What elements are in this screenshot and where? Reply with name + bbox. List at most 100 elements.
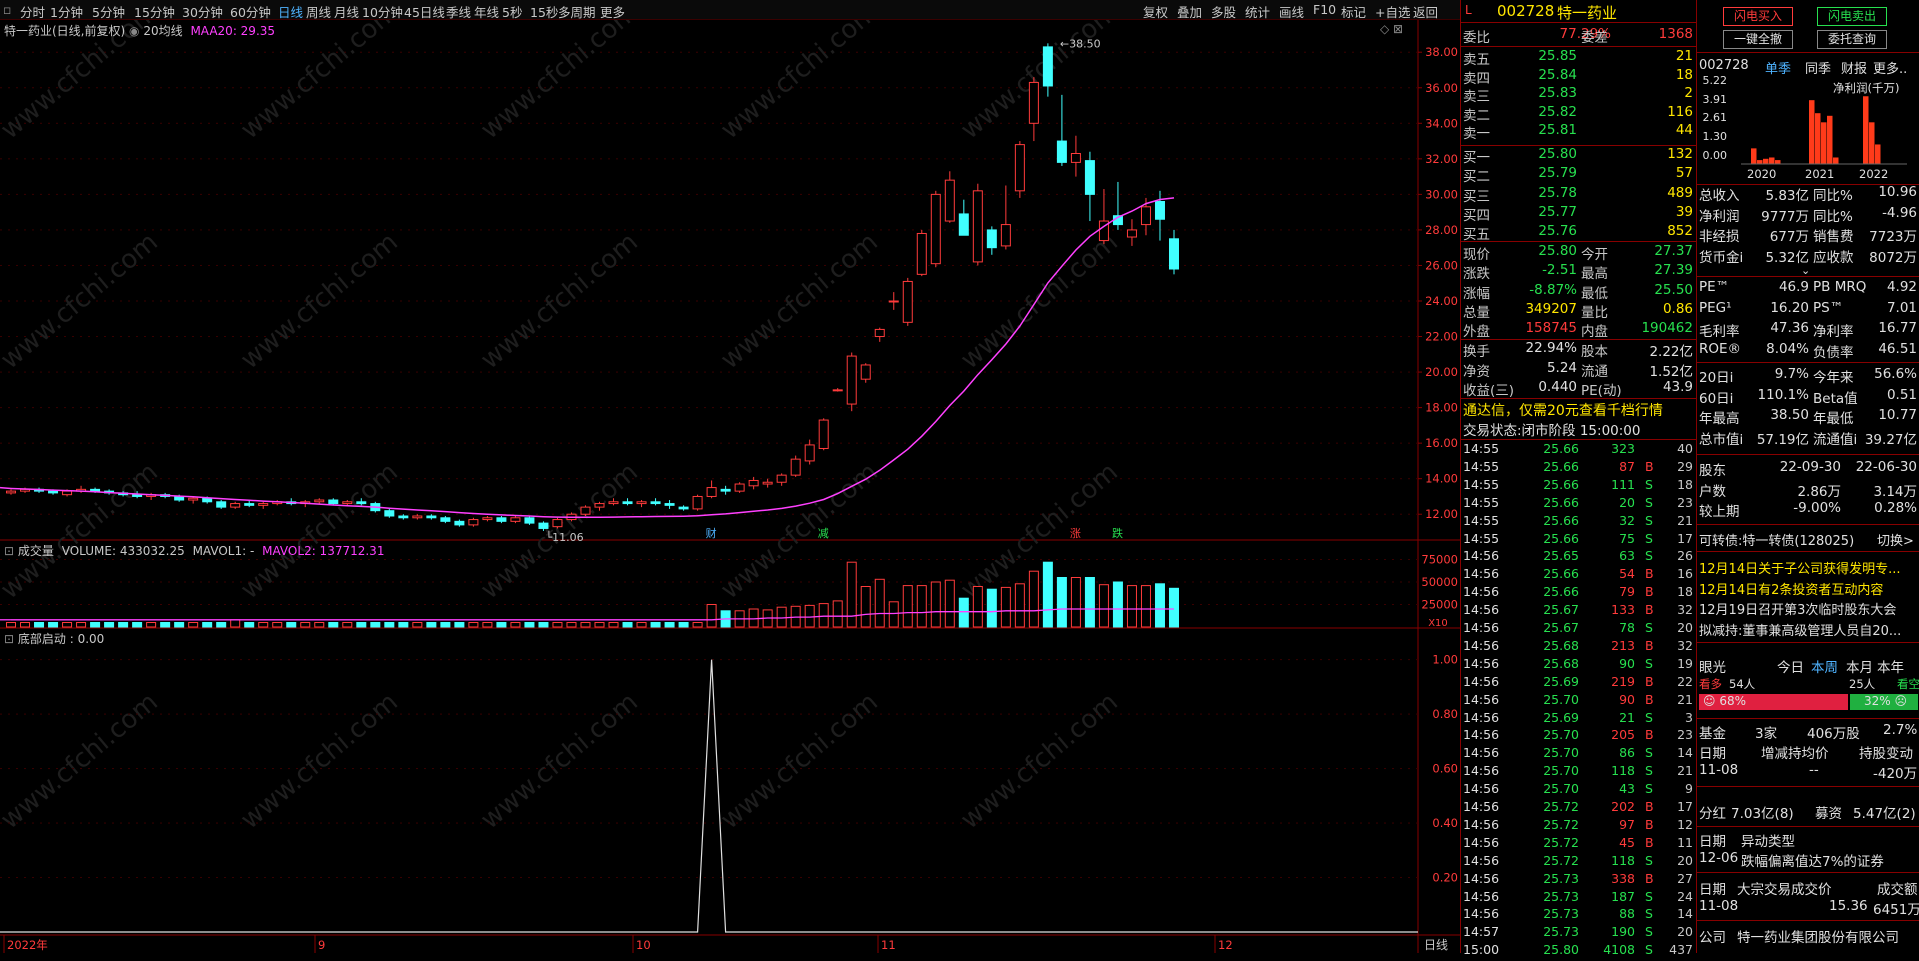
chart-options-icons[interactable]: ◇ ⊠ [1380, 22, 1403, 36]
tick-price: 25.72 [1543, 852, 1579, 868]
eye-tab-1[interactable]: 本周 [1811, 656, 1838, 676]
period-tab-16[interactable]: 更多 [600, 2, 625, 21]
watermark-text: www.cfchi.com [0, 687, 164, 835]
profit-bar [1775, 160, 1781, 164]
toolbar-btn-6[interactable]: 标记 [1341, 2, 1366, 21]
volume-toggle-icon[interactable]: ⊡ [4, 544, 14, 558]
promo-link[interactable]: 通达信，仅需20元查看千档行情 [1463, 400, 1663, 419]
perf-label2: 今年来 [1813, 370, 1854, 386]
ask-price-4[interactable]: 25.81 [1521, 122, 1577, 141]
candle-body [608, 501, 619, 505]
bid-price-2[interactable]: 25.78 [1521, 185, 1577, 204]
tick-time: 14:55 [1463, 512, 1500, 528]
profit-bar [1815, 113, 1821, 164]
tick-count: 18 [1677, 584, 1693, 600]
stat-label1-3: 总量 [1463, 304, 1490, 321]
raise-value: 5.47亿(2) [1853, 806, 1916, 822]
eye-tab-3[interactable]: 本年 [1877, 656, 1904, 676]
tick-count: 24 [1677, 888, 1693, 904]
toolbar-btn-2[interactable]: 多股 [1211, 2, 1236, 21]
volume-bar [622, 622, 633, 628]
bid-label-1: 买二 [1463, 169, 1490, 186]
candle-body [412, 515, 423, 519]
val-label2: 负债率 [1813, 344, 1854, 361]
kline-svg[interactable]: 38.00 36.00 34.00 32.00 30.00 28.00 26.00 24.00… [0, 20, 1460, 953]
eye-tab-0[interactable]: 今日 [1777, 656, 1804, 676]
ask-price-3[interactable]: 25.82 [1521, 104, 1577, 123]
toolbar-btn-7[interactable]: +自选 [1375, 2, 1410, 21]
bond-switch-button[interactable]: 切换> [1877, 530, 1914, 549]
tick-volume: 213 [1611, 637, 1635, 653]
tick-time: 14:55 [1463, 476, 1500, 492]
tick-volume: 21 [1619, 709, 1635, 725]
price-tick-label: 28.00 [1425, 223, 1458, 237]
toolbar-btn-0[interactable]: 复权 [1143, 2, 1168, 21]
period-tab-6[interactable]: 日线 [278, 2, 303, 21]
period-tab-8[interactable]: 月线 [334, 2, 359, 21]
period-tab-12[interactable]: 年线 [474, 2, 499, 21]
toolbar-btn-3[interactable]: 统计 [1245, 2, 1270, 21]
toolbar-btn-5[interactable]: F10 [1313, 2, 1336, 17]
fin-value2: 8072万 [1869, 249, 1917, 266]
news-item-2[interactable]: 12月19日召开第3次临时股东大会 [1699, 599, 1919, 618]
period-tab-10[interactable]: 45日线 [404, 2, 445, 21]
period-tab-15[interactable]: 多周期 [558, 2, 596, 21]
ma-toggle-icon[interactable]: ◉ [129, 24, 139, 38]
ask-price-1[interactable]: 25.84 [1521, 67, 1577, 86]
volume-bar [118, 622, 129, 628]
tick-count: 32 [1677, 637, 1693, 653]
bid-price-4[interactable]: 25.76 [1521, 223, 1577, 242]
perf-value2: 56.6% [1874, 366, 1917, 382]
ask-price-2[interactable]: 25.83 [1521, 85, 1577, 104]
period-tab-9[interactable]: 10分钟 [362, 2, 403, 21]
news-item-0[interactable]: 12月14日关于子公司获得发明专... [1699, 558, 1919, 577]
volume-bar [776, 606, 787, 628]
period-tab-2[interactable]: 5分钟 [92, 2, 125, 21]
volume-bar [468, 622, 479, 628]
tick-price: 25.68 [1543, 655, 1579, 671]
tick-volume: 133 [1611, 602, 1635, 618]
eye-bull-bar: ☺ 68% [1699, 694, 1848, 710]
tick-count: 21 [1677, 763, 1693, 779]
tick-price: 25.66 [1543, 441, 1579, 456]
toolbar-menu-icon[interactable]: ▫ [3, 2, 11, 17]
bid-price-1[interactable]: 25.79 [1521, 165, 1577, 184]
period-tab-1[interactable]: 1分钟 [50, 2, 83, 21]
period-tab-0[interactable]: 分时 [20, 2, 45, 21]
candle-body [930, 193, 941, 265]
period-tab-11[interactable]: 季线 [446, 2, 471, 21]
volume-bar [1000, 586, 1011, 628]
bid-price-0[interactable]: 25.80 [1521, 146, 1577, 165]
stat-label2-0: 今开 [1581, 247, 1608, 263]
volume-bar [482, 622, 493, 628]
volume-bar [608, 622, 619, 628]
toolbar-btn-1[interactable]: 叠加 [1177, 2, 1202, 21]
period-tab-7[interactable]: 周线 [306, 2, 331, 21]
period-tab-5[interactable]: 60分钟 [230, 2, 271, 21]
candle-body [986, 229, 997, 249]
holder-value2: 0.28% [1874, 500, 1917, 516]
toolbar-btn-8[interactable]: 返回 [1413, 2, 1438, 21]
convertible-bond-link[interactable]: 可转债:特一转债(128025) [1699, 530, 1854, 549]
perf-value2: 0.51 [1886, 386, 1917, 403]
candle-body [916, 232, 927, 275]
news-item-3[interactable]: 拟减持:董事兼高级管理人员自20... [1699, 620, 1919, 639]
bid-price-3[interactable]: 25.77 [1521, 204, 1577, 223]
eye-tab-2[interactable]: 本月 [1846, 656, 1873, 676]
volume-bar [244, 622, 255, 628]
ask-price-0[interactable]: 25.85 [1521, 48, 1577, 67]
tick-volume: 90 [1619, 655, 1635, 671]
period-tab-3[interactable]: 15分钟 [134, 2, 175, 21]
kline-chart-area[interactable]: 38.00 36.00 34.00 32.00 30.00 28.00 26.00 24.00… [0, 20, 1460, 953]
indicator-toggle-icon[interactable]: ⊡ [4, 632, 14, 646]
period-tab-4[interactable]: 30分钟 [182, 2, 223, 21]
tick-price: 25.66 [1543, 566, 1579, 582]
period-tab-13[interactable]: 5秒 [502, 2, 522, 21]
period-tab-14[interactable]: 15秒 [530, 2, 558, 21]
tick-time: 14:56 [1463, 709, 1500, 725]
ma-value: MAA20: 29.35 [190, 24, 276, 38]
toolbar-btn-4[interactable]: 画线 [1279, 2, 1304, 21]
period-toolbar: ▫ 分时 1分钟 5分钟 15分钟 30分钟 60分钟 日线 周线 月线 10分钟 45日线 季线 年线 5… [0, 0, 1460, 20]
news-item-1[interactable]: 12月14日有2条投资者互动内容 [1699, 579, 1919, 598]
bid-label-3: 买四 [1463, 207, 1490, 224]
